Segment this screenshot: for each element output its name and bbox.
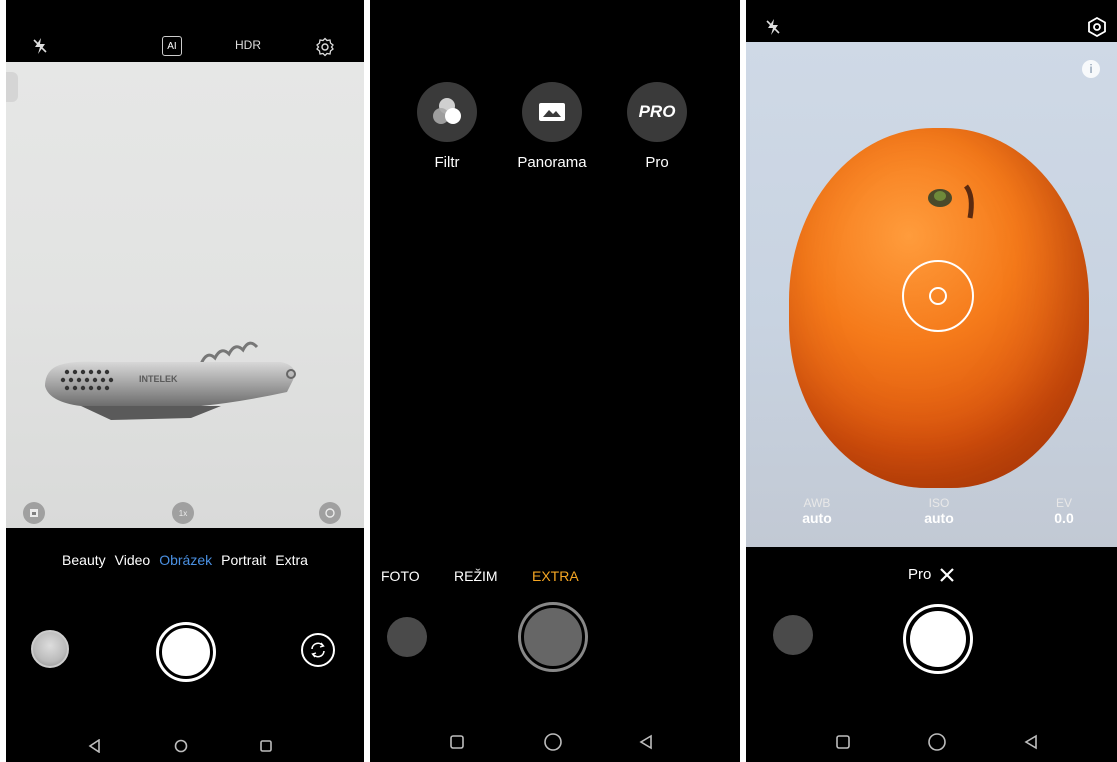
param-awb-label: AWB xyxy=(803,496,831,510)
param-iso[interactable]: ISO auto xyxy=(899,496,979,526)
zoom-label: 1x xyxy=(178,508,188,518)
mode-panorama[interactable]: Panorama xyxy=(517,82,587,171)
param-iso-value: auto xyxy=(924,510,954,526)
tab-rezim[interactable]: REŽIM xyxy=(454,568,498,584)
mode-beauty[interactable]: Beauty xyxy=(62,552,106,576)
hdr-toggle[interactable]: HDR xyxy=(235,38,261,52)
flash-off-icon[interactable] xyxy=(30,36,50,56)
mode-filtr-label: Filtr xyxy=(434,154,460,171)
side-handle[interactable] xyxy=(6,72,18,102)
orange-stem xyxy=(928,184,974,219)
knife-brand-text: INTELEK xyxy=(139,374,178,384)
gallery-thumbnail[interactable] xyxy=(773,615,813,655)
focus-ring xyxy=(902,260,974,332)
mode-video[interactable]: Video xyxy=(115,552,151,576)
viewfinder[interactable]: i AWB auto ISO auto EV 0.0 xyxy=(746,42,1117,547)
pro-mode-label: Pro xyxy=(908,566,932,583)
switch-camera-icon[interactable] xyxy=(301,633,335,667)
shutter-button[interactable] xyxy=(906,607,970,671)
recents-square-icon[interactable] xyxy=(259,739,273,753)
pocket-knife-image: INTELEK xyxy=(45,341,296,420)
mode-portrait[interactable]: Portrait xyxy=(221,552,266,576)
settings-icon[interactable] xyxy=(1086,16,1108,38)
pro-icon-text: PRO xyxy=(638,102,676,121)
param-iso-label: ISO xyxy=(928,496,950,510)
flash-off-icon[interactable] xyxy=(763,17,783,37)
back-triangle-icon[interactable] xyxy=(638,734,654,750)
gallery-mini-icon[interactable] xyxy=(23,502,45,524)
back-triangle-icon[interactable] xyxy=(1023,734,1039,750)
param-awb-value: auto xyxy=(802,510,832,526)
top-bar: AI HDR xyxy=(6,0,364,62)
mode-selector: Beauty Video Obrázek Portrait Extra xyxy=(6,552,364,576)
recents-square-icon[interactable] xyxy=(449,734,465,750)
mode-pro[interactable]: PRO Pro xyxy=(627,82,687,171)
mode-extra[interactable]: Extra xyxy=(275,552,308,576)
mode-filtr[interactable]: Filtr xyxy=(417,82,477,171)
viewfinder[interactable]: INTELEK 1x xyxy=(6,62,364,528)
info-icon[interactable]: i xyxy=(1082,60,1100,78)
param-ev-value: 0.0 xyxy=(1054,510,1074,526)
pro-mode-indicator: Pro xyxy=(908,566,955,583)
mode-obrazek[interactable]: Obrázek xyxy=(159,552,212,576)
tab-foto[interactable]: FOTO xyxy=(381,568,420,584)
home-circle-icon[interactable] xyxy=(174,739,188,753)
mode-pro-label: Pro xyxy=(645,154,669,171)
shutter-button[interactable] xyxy=(521,605,585,669)
param-ev-label: EV xyxy=(1055,496,1072,510)
focus-center xyxy=(929,287,947,305)
gear-icon[interactable] xyxy=(314,36,336,58)
back-triangle-icon[interactable] xyxy=(88,739,102,753)
panorama-icon xyxy=(522,82,582,142)
zoom-button[interactable]: 1x xyxy=(172,502,194,524)
gallery-thumbnail[interactable] xyxy=(31,630,69,668)
lens-mini-icon[interactable] xyxy=(319,502,341,524)
camera-screen-pro: i AWB auto ISO auto EV 0.0 Pro xyxy=(746,0,1117,762)
param-awb[interactable]: AWB auto xyxy=(777,496,857,526)
ai-label: AI xyxy=(167,40,177,52)
close-icon[interactable] xyxy=(939,567,955,583)
camera-screen-extra: Filtr Panorama PRO Pro FOTO REŽIM EXTRA xyxy=(370,0,740,762)
nav-bar xyxy=(746,728,1117,758)
param-ev[interactable]: EV 0.0 xyxy=(1024,496,1104,526)
filter-icon xyxy=(417,82,477,142)
nav-bar xyxy=(370,728,740,758)
shutter-button[interactable] xyxy=(159,625,213,679)
nav-bar xyxy=(6,735,364,761)
ai-toggle[interactable]: AI xyxy=(162,36,182,56)
tab-extra[interactable]: EXTRA xyxy=(532,568,579,584)
home-circle-icon[interactable] xyxy=(543,732,563,752)
recents-square-icon[interactable] xyxy=(835,734,851,750)
pro-icon: PRO xyxy=(627,82,687,142)
home-circle-icon[interactable] xyxy=(927,732,947,752)
camera-screen-photo: AI HDR INTELEK 1x Beauty Video Obrázek P… xyxy=(6,0,364,762)
tab-bar: FOTO REŽIM EXTRA xyxy=(370,568,740,588)
mode-panorama-label: Panorama xyxy=(517,154,587,171)
gallery-thumbnail[interactable] xyxy=(387,617,427,657)
